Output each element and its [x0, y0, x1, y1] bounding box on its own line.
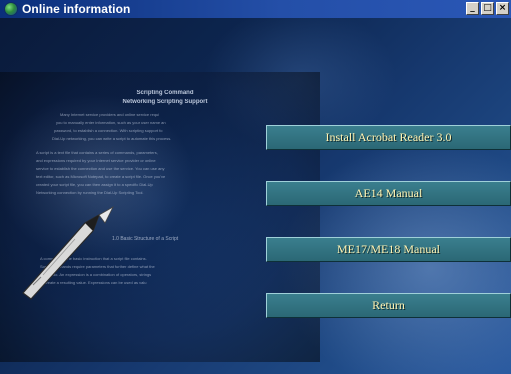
ae14-manual-button[interactable]: AE14 Manual — [266, 181, 511, 206]
window-title: Online information — [22, 2, 131, 16]
page-text-line: Many Internet service providers and onli… — [60, 112, 160, 117]
install-acrobat-reader-button[interactable]: Install Acrobat Reader 3.0 — [266, 125, 511, 150]
online-information-window: Online information _ □ × Scripting Comma… — [0, 0, 511, 374]
close-button[interactable]: × — [496, 2, 509, 15]
page-text-line: password, to establish a connection. Wit… — [54, 128, 163, 133]
page-heading-line: Scripting Command — [136, 90, 194, 96]
return-button[interactable]: Return — [266, 293, 511, 318]
maximize-button[interactable]: □ — [481, 2, 494, 15]
globe-icon — [4, 2, 18, 16]
pen-icon — [22, 205, 114, 300]
page-text-line: created your script file, you can then a… — [36, 182, 153, 187]
page-text-line: service to establish the connection and … — [36, 166, 165, 171]
me17-me18-manual-button[interactable]: ME17/ME18 Manual — [266, 237, 511, 262]
title-bar[interactable]: Online information _ □ × — [0, 0, 511, 18]
minimize-button[interactable]: _ — [466, 2, 479, 15]
content-area: Scripting Command Networking Scripting S… — [0, 18, 511, 374]
page-heading-line: Networking Scripting Support — [122, 99, 208, 105]
page-text-line: text editor, such as Microsoft Notepad, … — [36, 174, 166, 179]
window-controls: _ □ × — [466, 2, 509, 15]
page-text-line: Dial-Up networking, you can write a scri… — [52, 136, 172, 141]
section-heading: 1.0 Basic Structure of a Script — [112, 236, 179, 242]
page-text-line: A script is a text file that contains a … — [36, 150, 158, 155]
page-text-line: you to manually enter information, such … — [56, 120, 166, 125]
page-text-line: and expressions required by your Interne… — [36, 158, 156, 163]
